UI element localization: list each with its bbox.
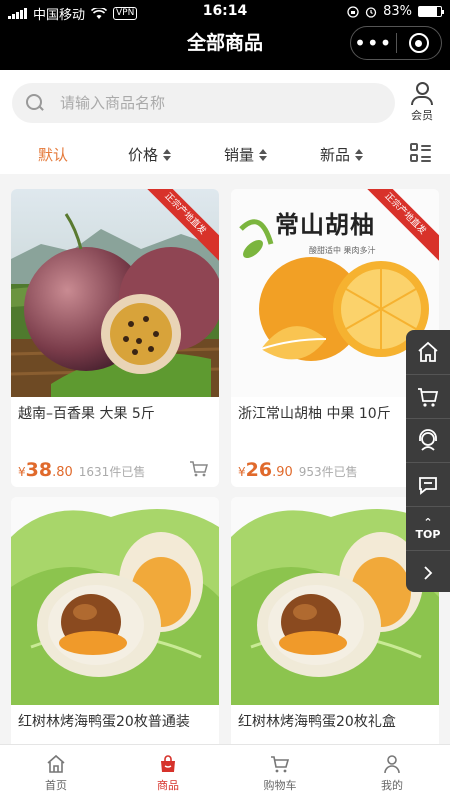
sort-bar: 默认 价格 销量 新品	[0, 136, 450, 174]
floating-side-panel: ⌃ TOP	[406, 330, 450, 592]
tab-cart-label: 购物车	[263, 779, 297, 792]
price-decimal: .80	[52, 465, 73, 480]
more-menu-button[interactable]: •••	[351, 33, 396, 53]
battery-percent: 83%	[383, 4, 412, 19]
layout-toggle-icon[interactable]	[410, 143, 432, 163]
top-label: TOP	[415, 527, 441, 541]
tab-mine[interactable]: 我的	[352, 751, 432, 793]
product-name: 越南–百香果 大果 5斤	[18, 406, 155, 422]
bottom-tab-bar: 首页 商品 购物车 我的	[0, 744, 450, 800]
image-headline: 常山胡柚	[275, 210, 375, 239]
sort-price-label: 价格	[128, 146, 159, 164]
cart-icon	[418, 387, 439, 407]
tab-products-label: 商品	[157, 779, 179, 792]
product-name: 红树林烤海鸭蛋20枚礼盒	[238, 714, 396, 730]
back-to-top-button[interactable]: ⌃ TOP	[406, 506, 450, 550]
sort-default-label: 默认	[38, 146, 69, 164]
side-service-button[interactable]	[406, 418, 450, 462]
member-button[interactable]: 会员	[404, 82, 440, 123]
shopping-bag-icon	[161, 755, 175, 772]
sort-arrows-icon	[259, 148, 268, 161]
sort-sales[interactable]: 销量	[224, 144, 268, 165]
search-bar: 会员	[0, 70, 450, 136]
miniprogram-capsule: •••	[350, 26, 442, 60]
sort-default[interactable]: 默认	[38, 144, 68, 165]
alarm-icon	[365, 6, 377, 18]
search-input[interactable]	[60, 94, 360, 112]
product-card[interactable]: 红树林烤海鸭蛋20枚普通装	[11, 497, 219, 757]
user-icon-body	[411, 96, 433, 105]
price-integer: 38	[25, 459, 53, 481]
price-integer: 26	[245, 459, 273, 481]
side-cart-button[interactable]	[406, 374, 450, 418]
sold-count: 953件已售	[298, 465, 358, 479]
collapse-panel-button[interactable]	[406, 550, 450, 594]
side-message-button[interactable]	[406, 462, 450, 506]
sold-count: 1631件已售	[78, 465, 146, 479]
product-card[interactable]: 正宗产地直发 越南–百香果 大果 5斤 ¥ 38 .80 1631件已售	[11, 189, 219, 487]
status-bar: 中国移动 VPN 16:14 83%	[0, 0, 450, 24]
price-row: ¥ 26 .90 953件已售	[238, 459, 358, 481]
member-label: 会员	[411, 109, 433, 122]
rotation-lock-icon	[347, 5, 359, 18]
product-image	[11, 497, 219, 705]
price-decimal: .90	[272, 465, 293, 480]
chevron-right-icon	[424, 565, 433, 580]
top-bar: 中国移动 VPN 16:14 83% 全部商品 •••	[0, 0, 450, 70]
sort-arrows-icon	[355, 148, 364, 161]
tab-mine-label: 我的	[381, 779, 403, 792]
customer-service-icon	[419, 428, 437, 451]
user-icon	[415, 82, 429, 95]
currency-symbol: ¥	[18, 465, 26, 479]
battery-icon	[418, 6, 444, 17]
product-name: 红树林烤海鸭蛋20枚普通装	[18, 714, 190, 730]
sort-sales-label: 销量	[224, 146, 255, 164]
tab-products[interactable]: 商品	[128, 751, 208, 793]
image-subline: 酸甜适中 果肉多汁	[309, 246, 376, 255]
tab-cart[interactable]: 购物车	[240, 751, 320, 793]
close-miniprogram-button[interactable]	[396, 33, 441, 53]
cart-icon	[271, 756, 290, 773]
sort-new[interactable]: 新品	[320, 144, 364, 165]
currency-symbol: ¥	[238, 465, 246, 479]
tab-home-label: 首页	[45, 779, 67, 792]
price-row: ¥ 38 .80 1631件已售	[18, 459, 145, 481]
chat-bubble-icon	[419, 476, 437, 495]
chevron-up-icon: ⌃	[423, 515, 433, 529]
tab-home[interactable]: 首页	[16, 751, 96, 793]
add-to-cart-icon[interactable]	[189, 461, 209, 477]
user-icon	[384, 755, 400, 774]
search-icon	[26, 94, 44, 112]
side-home-button[interactable]	[406, 330, 450, 374]
sort-new-label: 新品	[320, 146, 351, 164]
sort-arrows-icon	[163, 148, 172, 161]
home-icon	[418, 341, 438, 362]
product-name: 浙江常山胡柚 中果 10斤	[238, 406, 391, 422]
sort-price[interactable]: 价格	[128, 144, 172, 165]
search-box[interactable]	[12, 83, 395, 123]
home-icon	[47, 754, 65, 773]
product-image: 正宗产地直发	[11, 189, 219, 397]
target-icon	[408, 33, 429, 53]
